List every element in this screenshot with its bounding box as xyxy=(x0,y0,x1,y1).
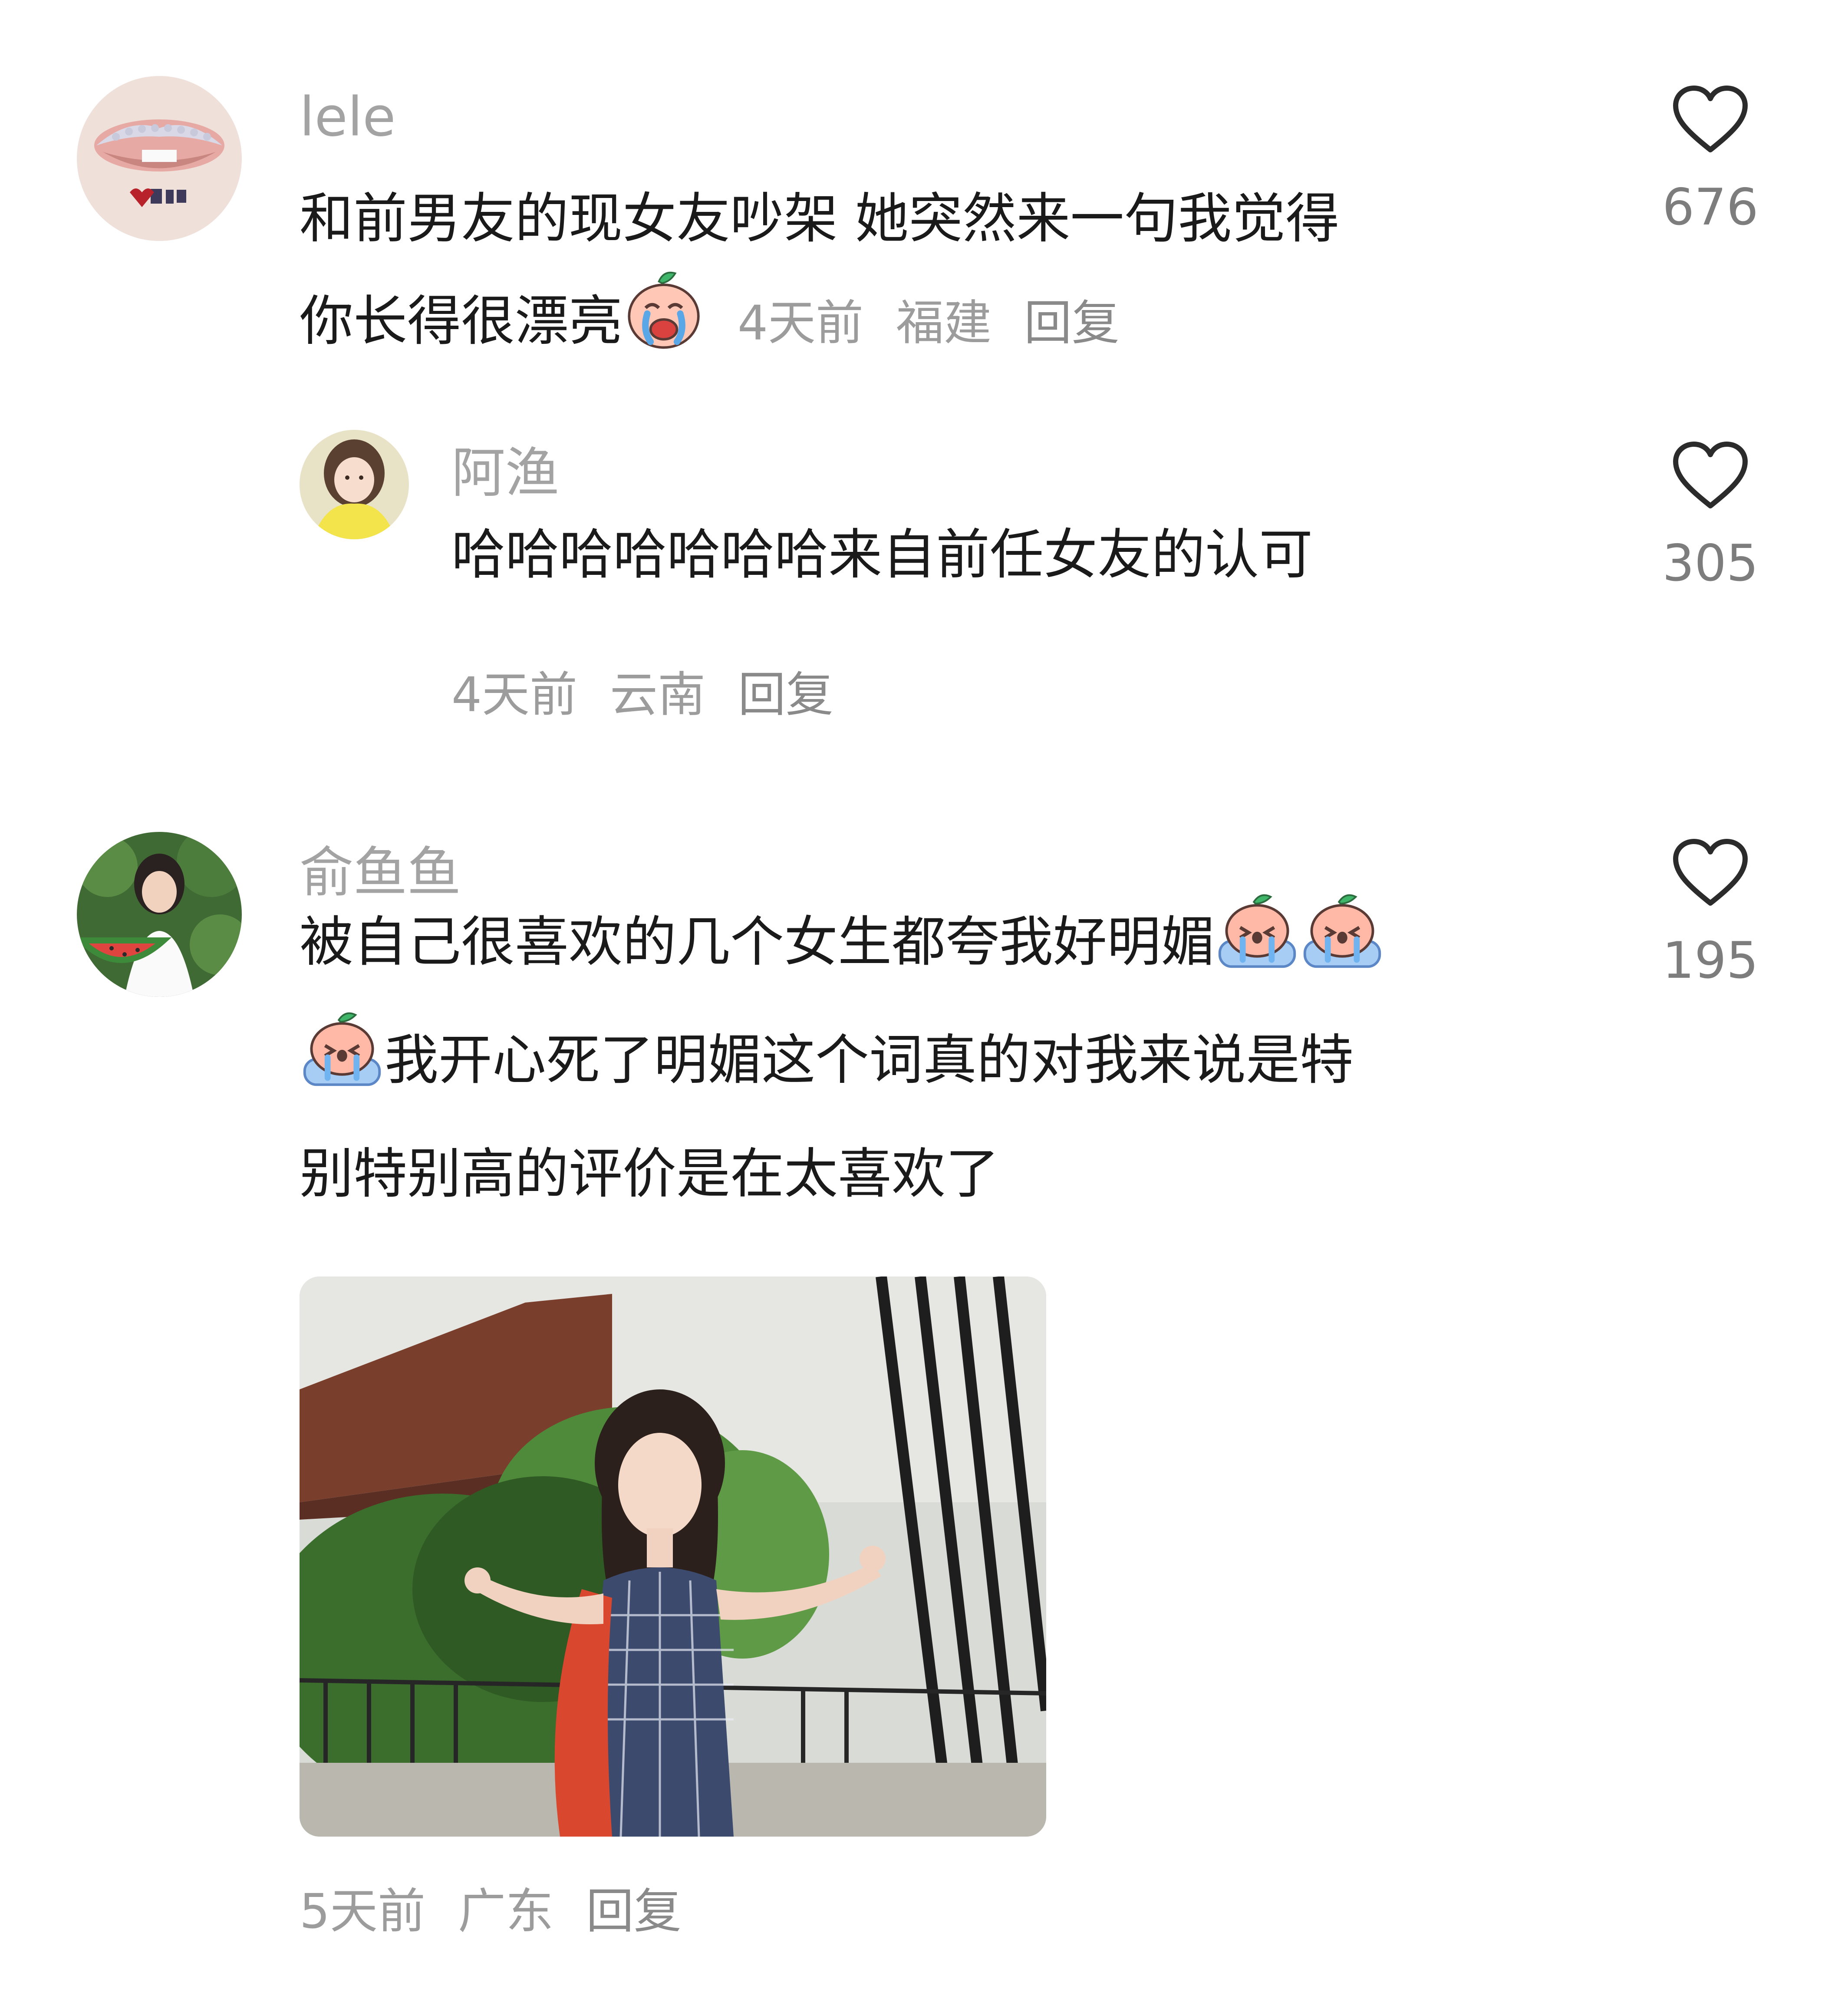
heart-outline-icon[interactable] xyxy=(1671,838,1749,907)
comment-photo[interactable] xyxy=(300,1277,1046,1837)
sobbing-peach-emoji xyxy=(1300,887,1385,1005)
comment-time: 4天前 xyxy=(451,667,577,722)
comment-text-line: 被自己很喜欢的几个女生都夸我好明媚 xyxy=(300,887,1602,1005)
like-count: 305 xyxy=(1662,534,1759,593)
like-button[interactable]: 676 xyxy=(1645,85,1776,236)
comment-meta: 5天前 广东 回复 xyxy=(300,1872,682,1942)
reply-comment: 阿渔 哈哈哈哈哈哈哈来自前任女友的认可 4天前 云南 回复 305 xyxy=(0,412,1848,742)
heart-outline-icon[interactable] xyxy=(1671,85,1749,154)
avatar[interactable] xyxy=(77,832,242,997)
avatar[interactable] xyxy=(300,430,409,539)
sobbing-peach-emoji xyxy=(300,1005,385,1123)
comment-location: 广东 xyxy=(458,1883,553,1939)
crying-face-emoji xyxy=(623,268,705,382)
comment-text-line1: 被自己很喜欢的几个女生都夸我好明媚 xyxy=(300,911,1215,973)
reply-button[interactable]: 回复 xyxy=(1024,295,1120,351)
like-button[interactable]: 195 xyxy=(1645,838,1776,989)
comment-text-line: 和前男友的现女友吵架 她突然来一句我觉得 xyxy=(300,188,1340,250)
reply-button[interactable]: 回复 xyxy=(586,1883,682,1939)
comment-time: 4天前 xyxy=(737,295,863,351)
comment-text-line2: 我开心死了明媚这个词真的对我来说是特 xyxy=(385,1029,1354,1092)
comment-text-tail: 你长得很漂亮 xyxy=(300,290,623,353)
comment-3: 俞鱼鱼 被自己很喜欢的几个女生都夸我好明媚 我开心死了明媚这个词真的对我来说是特… xyxy=(0,816,1848,1989)
comment-text-line3: 别特别高的评价是在太喜欢了 xyxy=(300,1143,1000,1205)
comment-location: 福建 xyxy=(896,295,992,351)
username[interactable]: lele xyxy=(300,87,395,148)
comment-text: 哈哈哈哈哈哈哈来自前任女友的认可 xyxy=(451,524,1313,586)
like-count: 676 xyxy=(1662,178,1759,237)
like-count: 195 xyxy=(1662,931,1759,990)
comment-meta: 4天前 云南 回复 xyxy=(451,656,833,725)
heart-outline-icon[interactable] xyxy=(1671,441,1749,510)
comment-text-line: 我开心死了明媚这个词真的对我来说是特 xyxy=(300,1005,1602,1123)
comment-time: 5天前 xyxy=(300,1883,425,1939)
like-button[interactable]: 305 xyxy=(1645,441,1776,592)
comment-meta: 4天前 福建 回复 xyxy=(722,295,1120,351)
username[interactable]: 阿渔 xyxy=(451,443,559,504)
comment-text: 被自己很喜欢的几个女生都夸我好明媚 我开心死了明媚这个词真的对我来说是特 别特别… xyxy=(300,887,1602,1225)
comment-location: 云南 xyxy=(609,667,705,722)
avatar[interactable] xyxy=(77,76,242,241)
comment-text-line: 你长得很漂亮 4天前 福建 回复 xyxy=(300,268,1580,382)
comment-text: 和前男友的现女友吵架 她突然来一句我觉得 你长得很漂亮 4天前 福建 回复 xyxy=(300,169,1580,382)
sobbing-peach-emoji xyxy=(1215,887,1300,1005)
reply-button[interactable]: 回复 xyxy=(738,667,833,722)
comment-1: lele 和前男友的现女友吵架 她突然来一句我觉得 你长得很漂亮 4天前 福建 … xyxy=(0,0,1848,382)
